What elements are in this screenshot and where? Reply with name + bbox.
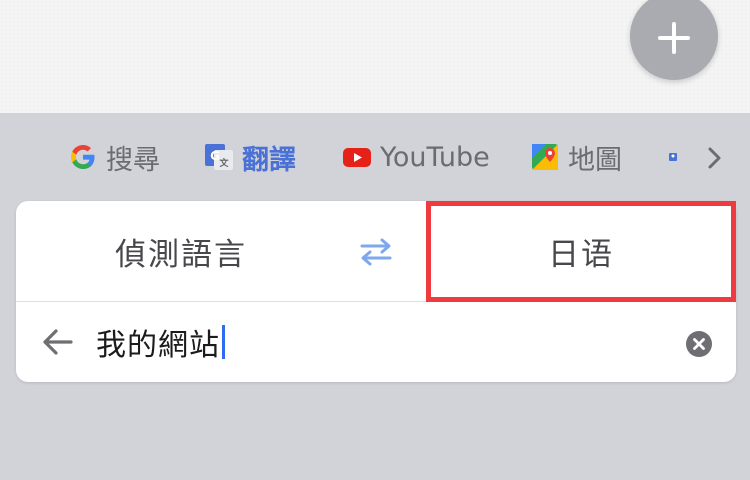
target-language-label: 日语 bbox=[548, 236, 614, 273]
swap-languages-icon[interactable] bbox=[356, 235, 396, 269]
svg-text:G: G bbox=[210, 149, 220, 163]
source-language-button[interactable]: 偵測語言 bbox=[16, 201, 346, 301]
shortcut-translate[interactable]: G 文 翻譯 bbox=[204, 139, 296, 176]
shortcut-search-label: 搜尋 bbox=[106, 144, 160, 176]
translate-card: 偵測語言 日语 我的網站 bbox=[16, 201, 736, 382]
shortcut-search[interactable]: 搜尋 bbox=[68, 139, 160, 176]
shortcut-youtube-label: YouTube bbox=[380, 141, 490, 173]
chevron-right-icon[interactable] bbox=[706, 146, 724, 170]
shortcut-youtube[interactable]: YouTube bbox=[342, 139, 490, 175]
shortcut-maps[interactable]: 地圖 bbox=[530, 139, 622, 176]
plus-icon bbox=[658, 22, 690, 54]
clear-input-icon[interactable] bbox=[686, 331, 712, 357]
translate-text-input[interactable]: 我的網站 bbox=[96, 320, 225, 364]
youtube-icon bbox=[343, 148, 371, 167]
input-text: 我的網站 bbox=[96, 328, 220, 363]
text-cursor bbox=[222, 325, 225, 359]
contacts-icon bbox=[669, 153, 677, 161]
shortcut-bar: 搜尋 G 文 翻譯 YouTube 地圖 bbox=[0, 113, 750, 201]
translate-input-row: 我的網站 bbox=[16, 302, 736, 382]
shortcut-translate-label: 翻譯 bbox=[242, 144, 296, 176]
svg-text:文: 文 bbox=[218, 157, 229, 169]
source-language-label: 偵測語言 bbox=[115, 236, 247, 273]
back-arrow-icon[interactable] bbox=[40, 326, 74, 358]
target-language-button[interactable]: 日语 bbox=[428, 203, 734, 299]
language-selector-row: 偵測語言 日语 bbox=[16, 201, 736, 301]
shortcut-maps-label: 地圖 bbox=[568, 144, 622, 176]
shortcut-partial[interactable] bbox=[668, 139, 678, 175]
google-g-icon bbox=[71, 145, 95, 169]
google-maps-icon bbox=[532, 144, 558, 170]
google-translate-icon: G 文 bbox=[205, 144, 233, 170]
